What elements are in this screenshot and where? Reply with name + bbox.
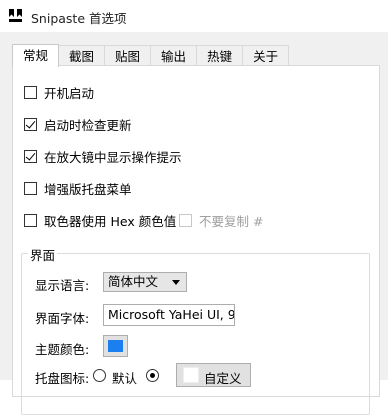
tray-default-label: 默认 <box>112 371 138 386</box>
checkbox-checked[interactable] <box>24 149 37 163</box>
general-tab-panel: 开机启动 启动时检查更新 在放大镜中显示操作提示 增强版托盘菜单 取色器使用 H… <box>12 65 380 415</box>
tab-hotkeys[interactable]: 热键 <box>196 45 244 67</box>
theme-color-swatch <box>108 340 123 352</box>
theme-color-label: 主题颜色: <box>35 342 90 357</box>
option-run-at-startup[interactable]: 开机启动 <box>24 84 95 101</box>
font-field[interactable]: Microsoft YaHei UI, 9 <box>103 304 235 326</box>
language-select[interactable]: 简体中文 <box>103 272 187 292</box>
option-label: 启动时检查更新 <box>44 117 132 133</box>
font-value: Microsoft YaHei UI, 9 <box>108 307 235 322</box>
option-label: 开机启动 <box>44 85 95 101</box>
option-label: 增强版托盘菜单 <box>44 181 132 197</box>
option-check-updates[interactable]: 启动时检查更新 <box>24 116 132 133</box>
option-no-copy-hash[interactable]: 不要复制 # <box>179 212 264 229</box>
checkbox[interactable] <box>24 181 37 195</box>
checkbox[interactable] <box>24 85 37 99</box>
language-value: 简体中文 <box>108 274 159 289</box>
tray-icon-label: 托盘图标: <box>35 371 90 386</box>
tray-icon-preview <box>183 367 199 383</box>
tab-general[interactable]: 常规 <box>12 44 60 67</box>
tab-capture[interactable]: 截图 <box>58 45 106 67</box>
window-title: Snipaste 首选项 <box>31 11 127 26</box>
option-label: 取色器使用 Hex 颜色值 <box>44 213 177 229</box>
tray-custom-label: 自定义 <box>204 371 242 386</box>
checkbox-checked[interactable] <box>24 117 37 131</box>
language-label: 显示语言: <box>35 278 90 293</box>
tab-output[interactable]: 输出 <box>150 45 198 67</box>
interface-group-title: 界面 <box>28 245 58 264</box>
tray-default-radio[interactable] <box>93 369 106 382</box>
snipaste-logo-icon <box>9 9 22 22</box>
tray-custom-radio[interactable] <box>146 369 159 382</box>
theme-color-button[interactable] <box>103 335 128 357</box>
font-label: 界面字体: <box>35 311 90 326</box>
option-label: 在放大镜中显示操作提示 <box>44 149 182 165</box>
option-hex-color[interactable]: 取色器使用 Hex 颜色值 <box>24 212 177 229</box>
tab-about[interactable]: 关于 <box>242 45 290 67</box>
title-bar: Snipaste 首选项 <box>0 0 388 32</box>
option-enhanced-tray-menu[interactable]: 增强版托盘菜单 <box>24 180 132 197</box>
checkbox-disabled[interactable] <box>179 213 192 227</box>
option-magnifier-hints[interactable]: 在放大镜中显示操作提示 <box>24 148 182 165</box>
preferences-client-area: 常规 截图 贴图 输出 热键 关于 开机启动 启动时检查更新 在放大镜中显示操作… <box>0 32 388 415</box>
tab-bar: 常规 截图 贴图 输出 热键 关于 <box>12 44 290 67</box>
checkbox[interactable] <box>24 213 37 227</box>
dropdown-arrow-icon <box>172 280 180 285</box>
tray-custom-button[interactable]: 自定义 <box>176 363 251 387</box>
tab-paste[interactable]: 贴图 <box>104 45 152 67</box>
option-label: 不要复制 # <box>199 213 264 229</box>
